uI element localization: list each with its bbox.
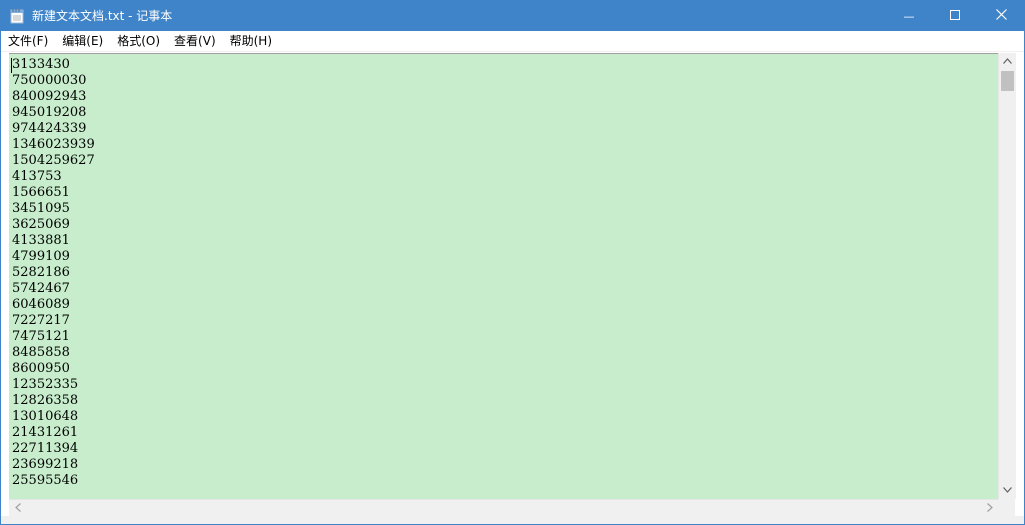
chevron-left-icon [14,502,21,515]
close-icon [995,9,1007,23]
title-bar[interactable]: 新建文本文档.txt - 记事本 — [1,1,1024,31]
window-title: 新建文本文档.txt - 记事本 [32,9,173,23]
maximize-button[interactable] [932,1,978,31]
scroll-left-button[interactable] [9,500,26,517]
menu-file[interactable]: 文件(F) [1,31,55,51]
menu-edit[interactable]: 编辑(E) [55,31,110,51]
menu-format[interactable]: 格式(O) [110,31,167,51]
editor-content[interactable]: 3133430 750000030 840092943 945019208 97… [12,57,95,489]
text-editor[interactable]: 3133430 750000030 840092943 945019208 97… [9,53,998,500]
minimize-icon: — [903,9,915,23]
menu-help[interactable]: 帮助(H) [223,31,279,51]
horizontal-scrollbar[interactable] [9,499,998,517]
scroll-down-button[interactable] [999,482,1016,499]
scroll-thumb[interactable] [1001,71,1014,91]
chevron-right-icon [986,502,993,515]
close-button[interactable] [978,1,1024,31]
minimize-button[interactable]: — [886,1,932,31]
chevron-up-icon [1003,57,1012,67]
menu-view[interactable]: 查看(V) [167,31,223,51]
text-caret [11,58,12,73]
window-bottom-border [1,516,1024,524]
scroll-right-button[interactable] [981,500,998,517]
scroll-up-button[interactable] [999,53,1016,70]
scrollbar-corner [998,499,1015,516]
menu-bar: 文件(F) 编辑(E) 格式(O) 查看(V) 帮助(H) [1,31,1024,52]
vertical-scrollbar[interactable] [998,53,1016,499]
notepad-icon [10,8,24,24]
window-controls: — [886,1,1024,31]
chevron-down-icon [1003,486,1012,496]
notepad-window: 新建文本文档.txt - 记事本 — 文件(F) 编辑(E) 格式(O) 查看(… [0,0,1025,525]
maximize-icon [950,9,960,23]
